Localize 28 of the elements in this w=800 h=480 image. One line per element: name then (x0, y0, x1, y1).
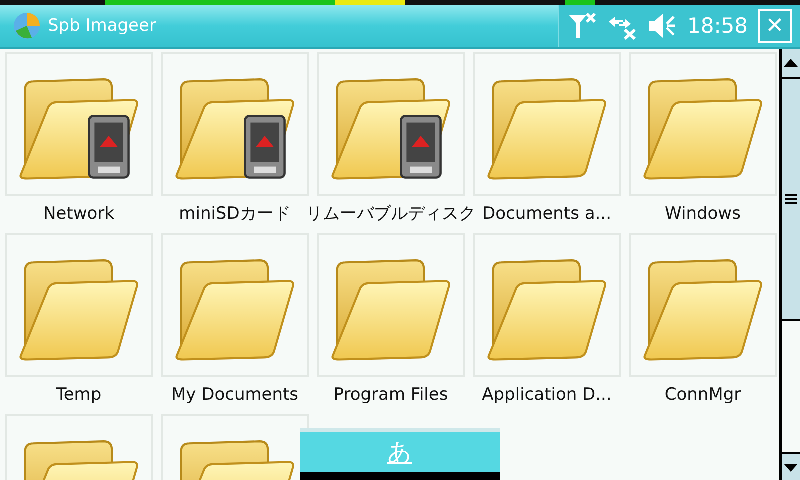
app-title: Spb Imageer (48, 16, 158, 36)
item-label[interactable]: Program Files (334, 377, 448, 414)
speaker-muted-icon[interactable] (647, 12, 678, 40)
item-label[interactable]: My Documents (171, 377, 299, 414)
item-label[interactable]: Temp (56, 377, 102, 414)
grip-icon (785, 194, 797, 204)
signal-off-icon[interactable] (567, 12, 598, 40)
storage-card-folder-icon[interactable] (317, 52, 465, 196)
scroll-thumb[interactable] (782, 77, 800, 321)
folder-icon[interactable] (473, 52, 621, 196)
storage-card-folder-icon[interactable] (5, 52, 153, 196)
folder-icon[interactable] (317, 233, 465, 377)
item-label[interactable]: Documents a... (482, 196, 612, 233)
item-label[interactable]: Network (44, 196, 114, 233)
up-arrow-icon[interactable] (784, 59, 798, 67)
folder-icon[interactable] (5, 233, 153, 377)
folder-icon[interactable] (473, 233, 621, 377)
app-logo-icon (12, 11, 42, 41)
down-arrow-icon[interactable] (784, 464, 798, 472)
item-label[interactable]: Windows (665, 196, 741, 233)
item-label[interactable]: ConnMgr (664, 377, 742, 414)
item-label[interactable]: miniSDカード (179, 196, 291, 233)
storage-card-folder-icon[interactable] (161, 52, 309, 196)
item-label[interactable]: Application D... (482, 377, 612, 414)
item-label[interactable]: リムーバブルディスク (306, 196, 476, 233)
folder-icon[interactable] (629, 52, 777, 196)
scrollbar[interactable] (779, 49, 800, 480)
folder-icon[interactable] (161, 233, 309, 377)
